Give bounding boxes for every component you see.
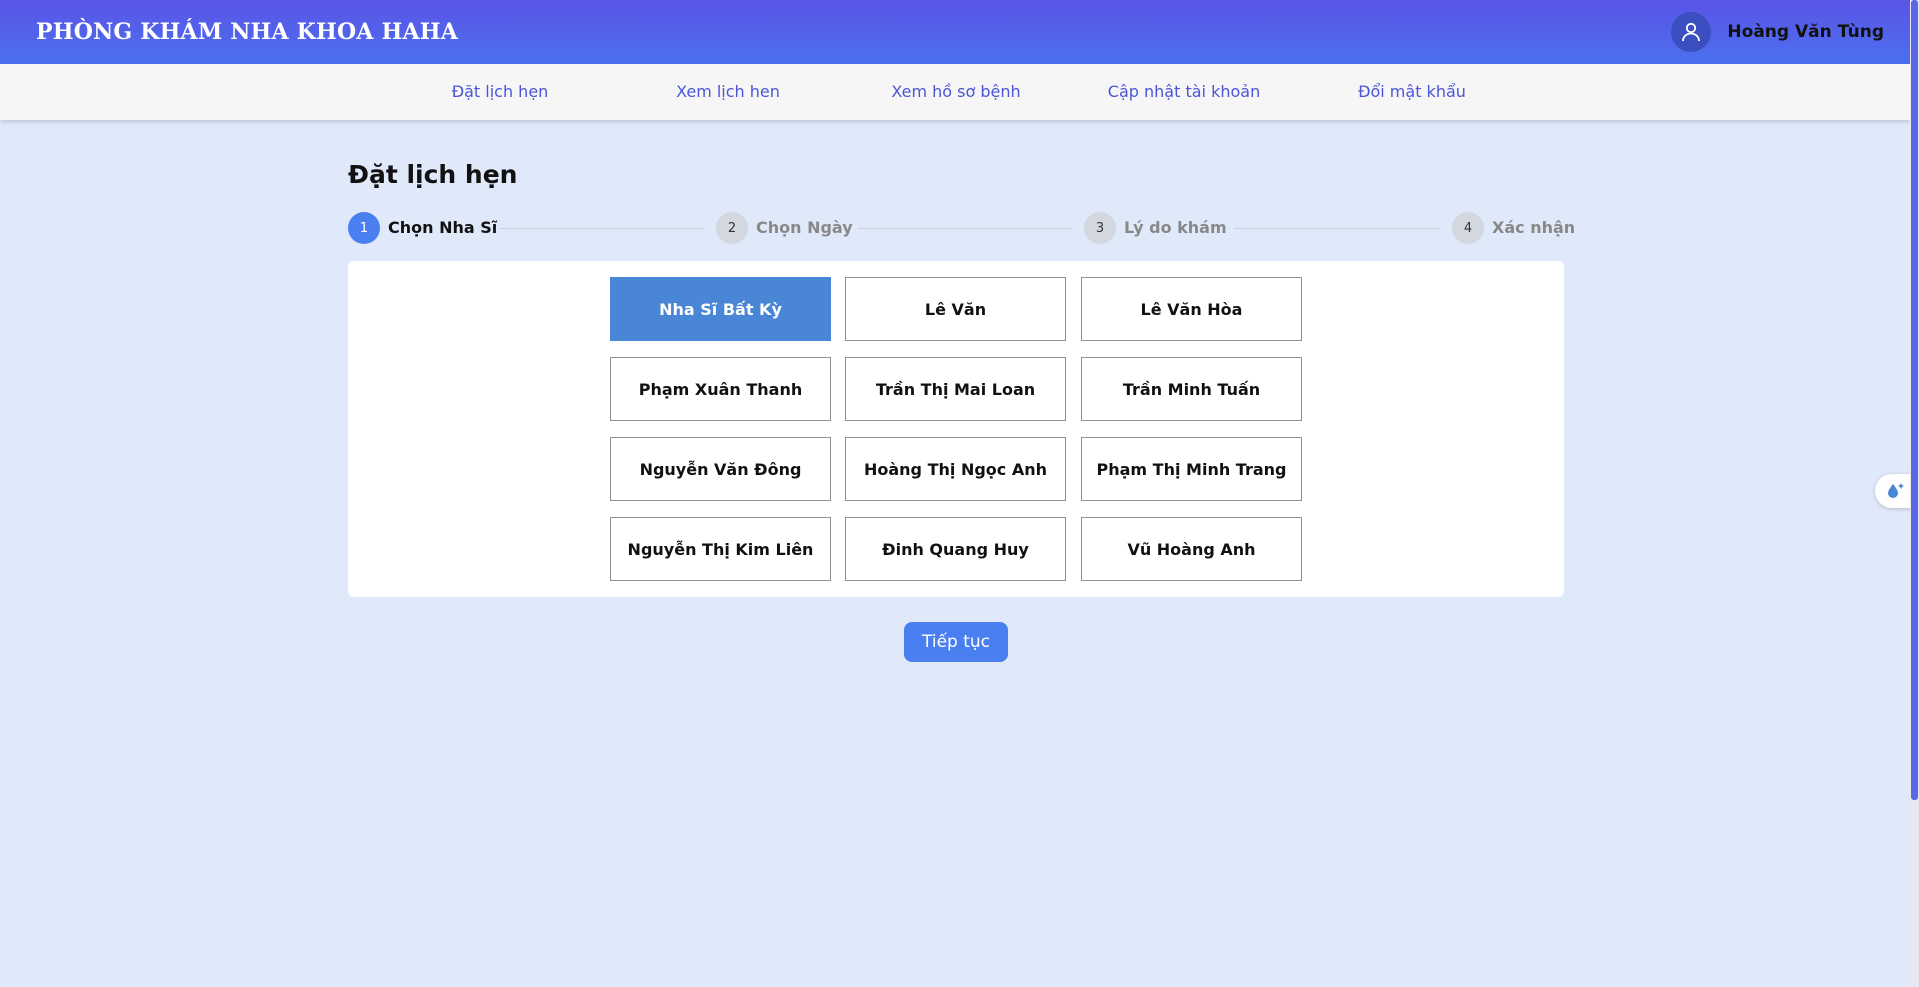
dentist-option[interactable]: Hoàng Thị Ngọc Anh bbox=[845, 437, 1066, 501]
dentist-option[interactable]: Lê Văn Hòa bbox=[1081, 277, 1302, 341]
step-connector bbox=[1234, 228, 1440, 229]
nav-item-update-account[interactable]: Cập nhật tài khoản bbox=[1108, 64, 1260, 120]
step-4-circle: 4 bbox=[1452, 212, 1484, 244]
user-icon[interactable] bbox=[1671, 12, 1712, 52]
clinic-brand[interactable]: PHÒNG KHÁM NHA KHOA HAHA bbox=[36, 19, 458, 45]
step-connector bbox=[500, 228, 704, 229]
user-name[interactable]: Hoàng Văn Tùng bbox=[1727, 22, 1884, 42]
nav-item-view-appointments[interactable]: Xem lịch hen bbox=[676, 64, 780, 120]
step-4-label: Xác nhận bbox=[1492, 218, 1576, 237]
step-2-label: Chọn Ngày bbox=[756, 218, 853, 237]
booking-stepper: 1 Chọn Nha Sĩ 2 Chọn Ngày 3 Lý do khám 4… bbox=[348, 212, 1575, 244]
app-header: PHÒNG KHÁM NHA KHOA HAHA Hoàng Văn Tùng bbox=[0, 0, 1910, 64]
step-connector bbox=[858, 228, 1072, 229]
step-1-label: Chọn Nha Sĩ bbox=[388, 218, 498, 237]
step-2-circle: 2 bbox=[716, 212, 748, 244]
continue-button[interactable]: Tiếp tục bbox=[904, 622, 1008, 662]
dentist-option[interactable]: Nha Sĩ Bất Kỳ bbox=[610, 277, 831, 341]
step-1-circle: 1 bbox=[348, 212, 380, 244]
dentist-option[interactable]: Trần Minh Tuấn bbox=[1081, 357, 1302, 421]
dentist-option[interactable]: Lê Văn bbox=[845, 277, 1066, 341]
user-menu[interactable]: Hoàng Văn Tùng bbox=[1671, 12, 1884, 52]
nav-item-book-appointment[interactable]: Đặt lịch hẹn bbox=[452, 64, 549, 120]
dentist-option[interactable]: Nguyễn Thị Kim Liên bbox=[610, 517, 831, 581]
dentist-option[interactable]: Phạm Xuân Thanh bbox=[610, 357, 831, 421]
dentist-option[interactable]: Đinh Quang Huy bbox=[845, 517, 1066, 581]
step-3-label: Lý do khám bbox=[1124, 218, 1227, 237]
dentist-selection-card: Nha Sĩ Bất Kỳ Lê Văn Lê Văn Hòa Phạm Xuâ… bbox=[348, 261, 1564, 597]
main-nav: Đặt lịch hẹn Xem lịch hen Xem hồ sơ bệnh… bbox=[0, 64, 1910, 120]
nav-item-medical-records[interactable]: Xem hồ sơ bệnh bbox=[891, 64, 1020, 120]
step-3-circle: 3 bbox=[1084, 212, 1116, 244]
dentist-option[interactable]: Vũ Hoàng Anh bbox=[1081, 517, 1302, 581]
dentist-option[interactable]: Phạm Thị Minh Trang bbox=[1081, 437, 1302, 501]
dentist-option[interactable]: Trần Thị Mai Loan bbox=[845, 357, 1066, 421]
water-drop-sparkle-icon[interactable] bbox=[1875, 474, 1915, 508]
dentist-option[interactable]: Nguyễn Văn Đông bbox=[610, 437, 831, 501]
page-title: Đặt lịch hẹn bbox=[348, 160, 518, 189]
nav-item-change-password[interactable]: Đổi mật khẩu bbox=[1358, 64, 1466, 120]
scrollbar-thumb[interactable] bbox=[1911, 0, 1918, 800]
